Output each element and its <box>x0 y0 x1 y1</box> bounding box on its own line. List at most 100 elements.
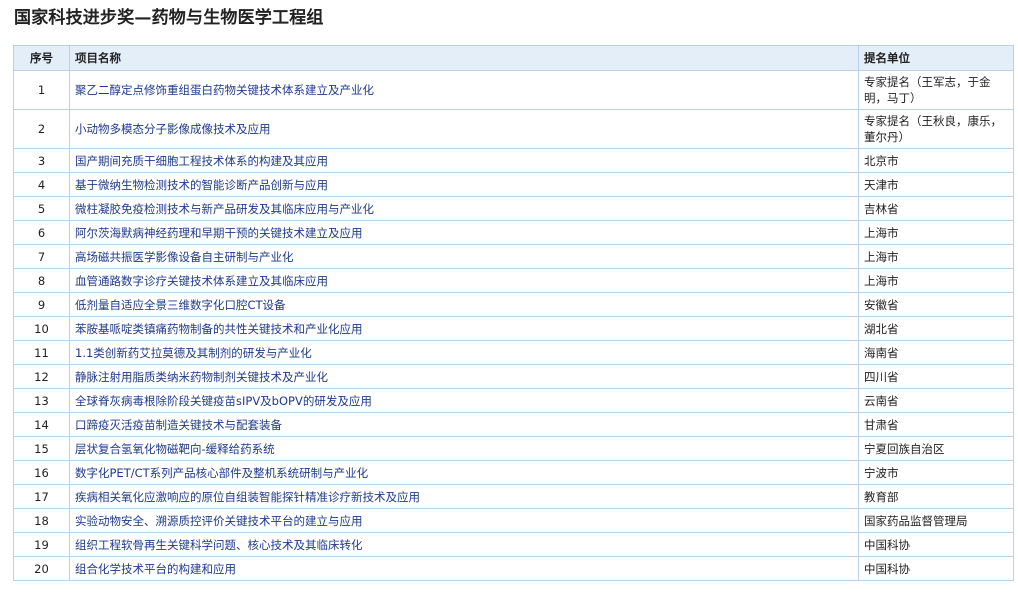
row-number: 7 <box>13 244 70 269</box>
project-name-cell: 国产期间充质干细胞工程技术体系的构建及其应用 <box>69 148 859 173</box>
project-name-link[interactable]: 高场磁共振医学影像设备自主研制与产业化 <box>75 250 294 264</box>
project-name-link[interactable]: 低剂量自适应全景三维数字化口腔CT设备 <box>75 298 286 312</box>
table-row: 10 苯胺基哌啶类镇痛药物制备的共性关键技术和产业化应用 湖北省 <box>13 316 1014 341</box>
project-name-link[interactable]: 组合化学技术平台的构建和应用 <box>75 562 236 576</box>
nominating-unit: 中国科协 <box>858 556 1014 581</box>
table-row: 13 全球脊灰病毒根除阶段关键疫苗sIPV及bOPV的研发及应用 云南省 <box>13 388 1014 413</box>
table-row: 2 小动物多模态分子影像成像技术及应用 专家提名（王秋良，康乐，董尔丹） <box>13 109 1014 149</box>
project-name-cell: 苯胺基哌啶类镇痛药物制备的共性关键技术和产业化应用 <box>69 316 859 341</box>
table-header-row: 序号 项目名称 提名单位 <box>13 45 1014 71</box>
table-row: 18 实验动物安全、溯源质控评价关键技术平台的建立与应用 国家药品监督管理局 <box>13 508 1014 533</box>
page-title: 国家科技进步奖—药物与生物医学工程组 <box>14 8 324 28</box>
row-number: 9 <box>13 292 70 317</box>
project-name-link[interactable]: 小动物多模态分子影像成像技术及应用 <box>75 122 271 136</box>
project-name-link[interactable]: 血管通路数字诊疗关键技术体系建立及其临床应用 <box>75 274 328 288</box>
nominating-unit: 天津市 <box>858 172 1014 197</box>
project-name-link[interactable]: 层状复合氢氧化物磁靶向-缓释给药系统 <box>75 442 275 456</box>
project-name-cell: 血管通路数字诊疗关键技术体系建立及其临床应用 <box>69 268 859 293</box>
nominating-unit: 宁夏回族自治区 <box>858 436 1014 461</box>
nominating-unit: 中国科协 <box>858 532 1014 557</box>
nominating-unit: 上海市 <box>858 220 1014 245</box>
header-num: 序号 <box>13 45 70 71</box>
table-row: 19 组织工程软骨再生关键科学问题、核心技术及其临床转化 中国科协 <box>13 532 1014 557</box>
table-row: 9 低剂量自适应全景三维数字化口腔CT设备 安徽省 <box>13 292 1014 317</box>
table-row: 8 血管通路数字诊疗关键技术体系建立及其临床应用 上海市 <box>13 268 1014 293</box>
nominating-unit: 专家提名（王秋良，康乐，董尔丹） <box>858 109 1014 149</box>
row-number: 2 <box>13 109 70 149</box>
nominating-unit: 上海市 <box>858 268 1014 293</box>
project-name-link[interactable]: 疾病相关氧化应激响应的原位自组装智能探针精准诊疗新技术及应用 <box>75 490 420 504</box>
nominating-unit: 宁波市 <box>858 460 1014 485</box>
project-name-cell: 1.1类创新药艾拉莫德及其制剂的研发与产业化 <box>69 340 859 365</box>
project-name-cell: 低剂量自适应全景三维数字化口腔CT设备 <box>69 292 859 317</box>
nominating-unit: 国家药品监督管理局 <box>858 508 1014 533</box>
project-name-cell: 微柱凝胶免疫检测技术与新产品研发及其临床应用与产业化 <box>69 196 859 221</box>
project-name-cell: 静脉注射用脂质类纳米药物制剂关键技术及产业化 <box>69 364 859 389</box>
project-name-cell: 数字化PET/CT系列产品核心部件及整机系统研制与产业化 <box>69 460 859 485</box>
project-name-link[interactable]: 全球脊灰病毒根除阶段关键疫苗sIPV及bOPV的研发及应用 <box>75 394 372 408</box>
project-name-cell: 层状复合氢氧化物磁靶向-缓释给药系统 <box>69 436 859 461</box>
project-name-cell: 实验动物安全、溯源质控评价关键技术平台的建立与应用 <box>69 508 859 533</box>
table-row: 12 静脉注射用脂质类纳米药物制剂关键技术及产业化 四川省 <box>13 364 1014 389</box>
project-name-cell: 阿尔茨海默病神经药理和早期干预的关键技术建立及应用 <box>69 220 859 245</box>
row-number: 12 <box>13 364 70 389</box>
project-name-link[interactable]: 1.1类创新药艾拉莫德及其制剂的研发与产业化 <box>75 346 312 360</box>
header-name: 项目名称 <box>69 45 859 71</box>
project-name-link[interactable]: 聚乙二醇定点修饰重组蛋白药物关键技术体系建立及产业化 <box>75 83 374 97</box>
nominating-unit: 北京市 <box>858 148 1014 173</box>
nominating-unit: 专家提名（王军志，于金明，马丁） <box>858 70 1014 110</box>
project-name-link[interactable]: 口蹄疫灭活疫苗制造关键技术与配套装备 <box>75 418 282 432</box>
nominating-unit: 湖北省 <box>858 316 1014 341</box>
table-row: 17 疾病相关氧化应激响应的原位自组装智能探针精准诊疗新技术及应用 教育部 <box>13 484 1014 509</box>
table-row: 16 数字化PET/CT系列产品核心部件及整机系统研制与产业化 宁波市 <box>13 460 1014 485</box>
table-row: 11 1.1类创新药艾拉莫德及其制剂的研发与产业化 海南省 <box>13 340 1014 365</box>
row-number: 14 <box>13 412 70 437</box>
project-name-link[interactable]: 静脉注射用脂质类纳米药物制剂关键技术及产业化 <box>75 370 328 384</box>
row-number: 5 <box>13 196 70 221</box>
project-name-cell: 基于微纳生物检测技术的智能诊断产品创新与应用 <box>69 172 859 197</box>
table-row: 7 高场磁共振医学影像设备自主研制与产业化 上海市 <box>13 244 1014 269</box>
row-number: 10 <box>13 316 70 341</box>
row-number: 18 <box>13 508 70 533</box>
project-name-cell: 口蹄疫灭活疫苗制造关键技术与配套装备 <box>69 412 859 437</box>
row-number: 1 <box>13 70 70 110</box>
table-row: 15 层状复合氢氧化物磁靶向-缓释给药系统 宁夏回族自治区 <box>13 436 1014 461</box>
table-row: 6 阿尔茨海默病神经药理和早期干预的关键技术建立及应用 上海市 <box>13 220 1014 245</box>
row-number: 8 <box>13 268 70 293</box>
project-name-link[interactable]: 阿尔茨海默病神经药理和早期干预的关键技术建立及应用 <box>75 226 363 240</box>
project-name-link[interactable]: 苯胺基哌啶类镇痛药物制备的共性关键技术和产业化应用 <box>75 322 363 336</box>
project-name-cell: 疾病相关氧化应激响应的原位自组装智能探针精准诊疗新技术及应用 <box>69 484 859 509</box>
nominating-unit: 安徽省 <box>858 292 1014 317</box>
nominating-unit: 教育部 <box>858 484 1014 509</box>
project-name-link[interactable]: 微柱凝胶免疫检测技术与新产品研发及其临床应用与产业化 <box>75 202 374 216</box>
project-name-link[interactable]: 国产期间充质干细胞工程技术体系的构建及其应用 <box>75 154 328 168</box>
project-name-link[interactable]: 基于微纳生物检测技术的智能诊断产品创新与应用 <box>75 178 328 192</box>
table-row: 3 国产期间充质干细胞工程技术体系的构建及其应用 北京市 <box>13 148 1014 173</box>
project-name-link[interactable]: 组织工程软骨再生关键科学问题、核心技术及其临床转化 <box>75 538 363 552</box>
project-name-cell: 高场磁共振医学影像设备自主研制与产业化 <box>69 244 859 269</box>
row-number: 13 <box>13 388 70 413</box>
row-number: 15 <box>13 436 70 461</box>
table-row: 20 组合化学技术平台的构建和应用 中国科协 <box>13 556 1014 581</box>
project-name-cell: 小动物多模态分子影像成像技术及应用 <box>69 109 859 149</box>
table-header: 序号 项目名称 提名单位 <box>13 45 1014 71</box>
table-body: 1 聚乙二醇定点修饰重组蛋白药物关键技术体系建立及产业化 专家提名（王军志，于金明，… <box>13 70 1014 581</box>
row-number: 3 <box>13 148 70 173</box>
row-number: 19 <box>13 532 70 557</box>
row-number: 20 <box>13 556 70 581</box>
table-row: 1 聚乙二醇定点修饰重组蛋白药物关键技术体系建立及产业化 专家提名（王军志，于金明，… <box>13 70 1014 110</box>
project-name-link[interactable]: 实验动物安全、溯源质控评价关键技术平台的建立与应用 <box>75 514 363 528</box>
project-name-link[interactable]: 数字化PET/CT系列产品核心部件及整机系统研制与产业化 <box>75 466 368 480</box>
row-number: 4 <box>13 172 70 197</box>
project-name-cell: 全球脊灰病毒根除阶段关键疫苗sIPV及bOPV的研发及应用 <box>69 388 859 413</box>
table-row: 4 基于微纳生物检测技术的智能诊断产品创新与应用 天津市 <box>13 172 1014 197</box>
nominating-unit: 上海市 <box>858 244 1014 269</box>
row-number: 11 <box>13 340 70 365</box>
nominating-unit: 海南省 <box>858 340 1014 365</box>
project-name-cell: 聚乙二醇定点修饰重组蛋白药物关键技术体系建立及产业化 <box>69 70 859 110</box>
row-number: 6 <box>13 220 70 245</box>
project-name-cell: 组合化学技术平台的构建和应用 <box>69 556 859 581</box>
row-number: 16 <box>13 460 70 485</box>
table-row: 14 口蹄疫灭活疫苗制造关键技术与配套装备 甘肃省 <box>13 412 1014 437</box>
row-number: 17 <box>13 484 70 509</box>
